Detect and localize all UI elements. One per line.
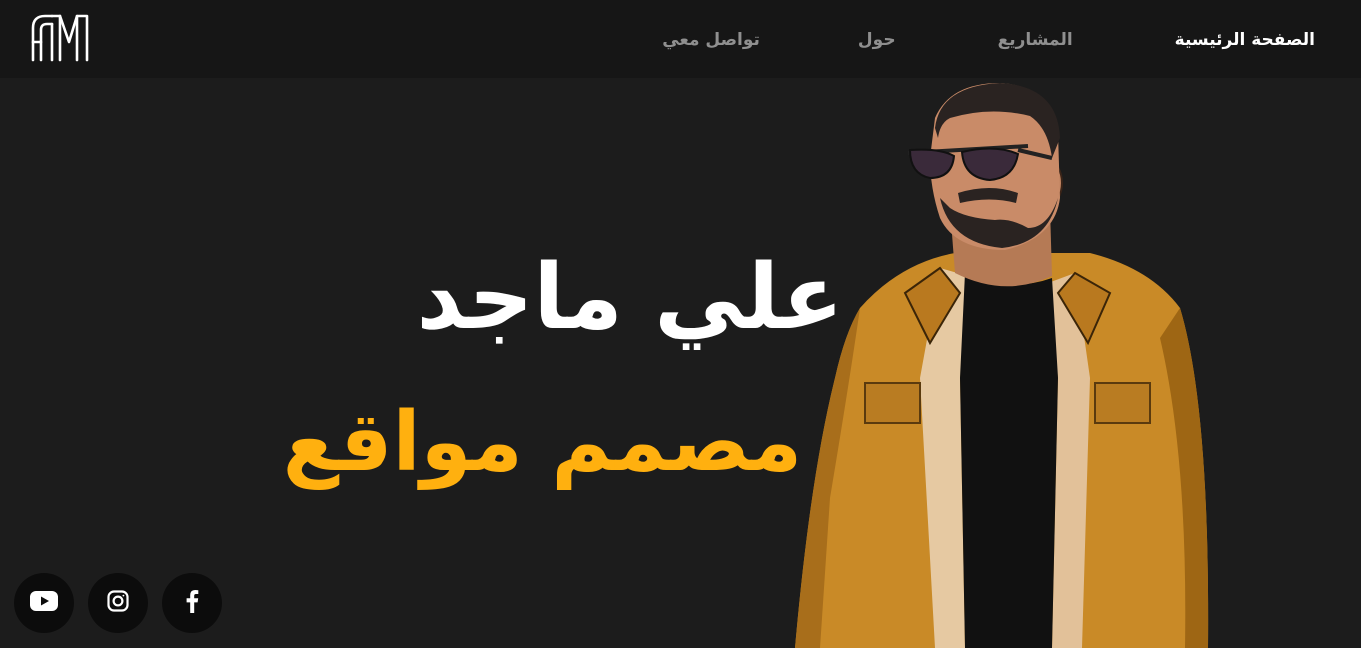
- hero-person-image: [790, 78, 1220, 648]
- youtube-button[interactable]: [14, 573, 74, 633]
- main-nav: الصفحة الرئيسية المشاريع حول تواصل معي: [662, 26, 1315, 54]
- nav-projects[interactable]: المشاريع: [998, 30, 1073, 50]
- instagram-icon: [107, 590, 129, 616]
- nav-home[interactable]: الصفحة الرئيسية: [1175, 30, 1315, 50]
- nav-about[interactable]: حول: [858, 30, 896, 50]
- facebook-icon: [185, 589, 199, 617]
- hero-role: مصمم مواقع: [282, 395, 803, 490]
- youtube-icon: [30, 591, 58, 615]
- facebook-button[interactable]: [162, 573, 222, 633]
- instagram-button[interactable]: [88, 573, 148, 633]
- hero-name: علي ماجد: [416, 245, 844, 350]
- page: الصفحة الرئيسية المشاريع حول تواصل معي ع…: [0, 0, 1361, 648]
- am-logo-icon[interactable]: [30, 12, 90, 64]
- nav-contact[interactable]: تواصل معي: [662, 30, 760, 50]
- social-links: [14, 573, 222, 633]
- site-header: الصفحة الرئيسية المشاريع حول تواصل معي: [0, 0, 1361, 78]
